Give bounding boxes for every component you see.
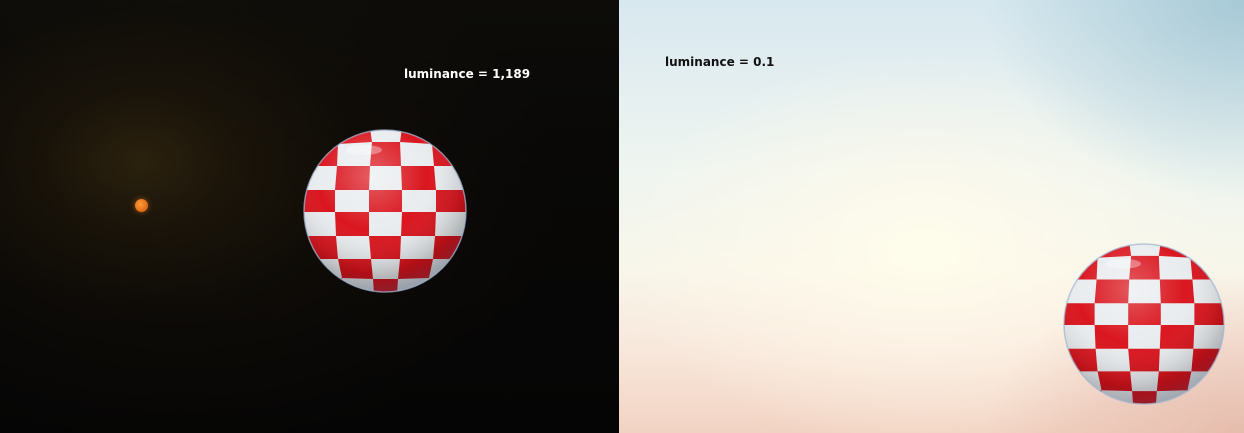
checkered-ball-icon — [303, 129, 467, 293]
luminance-label-right: luminance = 0.1 — [665, 55, 775, 69]
luminance-comparison: luminance = 1,189 luminance = 0.1 — [0, 0, 1244, 433]
checkered-ball-icon — [1063, 243, 1225, 405]
sun-icon — [135, 199, 148, 212]
right-panel-bright-scene: luminance = 0.1 — [619, 0, 1244, 433]
luminance-label-left: luminance = 1,189 — [404, 67, 531, 81]
left-panel-dark-scene: luminance = 1,189 — [0, 0, 619, 433]
